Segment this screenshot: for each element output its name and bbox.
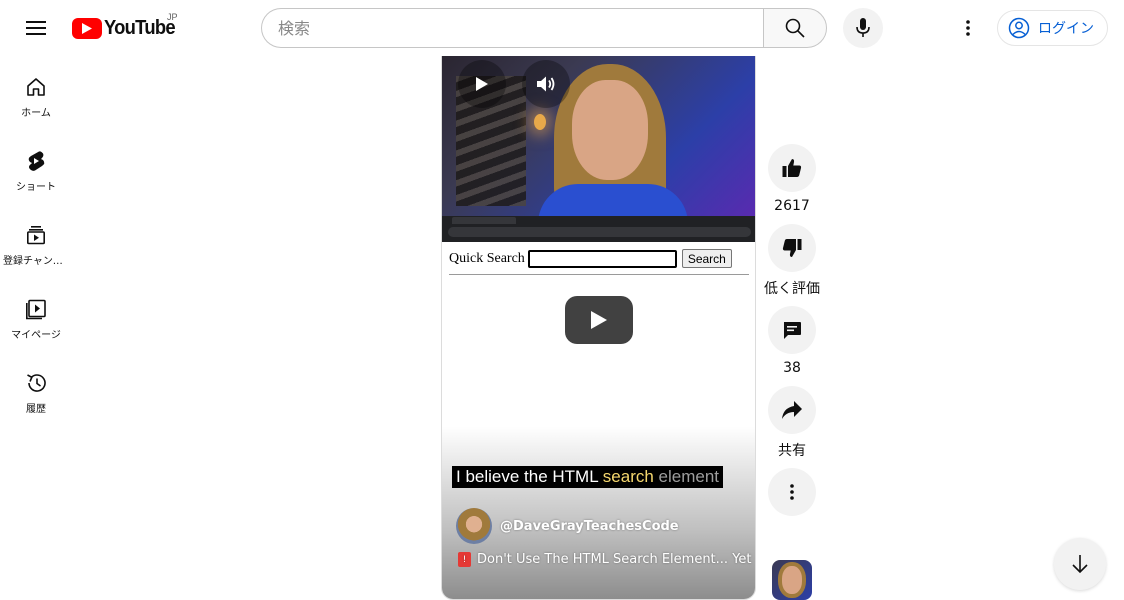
account-icon <box>1008 17 1030 39</box>
channel-avatar[interactable] <box>456 508 492 544</box>
region-code: JP <box>167 12 178 22</box>
sidebar-item-label: 履歴 <box>26 404 46 415</box>
sidebar-item-history[interactable]: 履歴 <box>0 352 72 426</box>
sidebar-item-label: 登録チャンネル <box>3 256 69 267</box>
video-frame[interactable] <box>442 56 755 218</box>
youtube-logo[interactable]: YouTube <box>72 14 181 42</box>
masthead: YouTube JP ログイン <box>0 0 1124 56</box>
thumbs-up-icon <box>782 159 802 177</box>
mini-guide: ホーム ショート 登録チャンネル マイページ 履歴 <box>0 56 72 426</box>
dislike-label: 低く評価 <box>764 281 820 297</box>
library-icon <box>26 299 46 320</box>
sidebar-item-library[interactable]: マイページ <box>0 278 72 352</box>
play-logo-icon <box>72 17 102 39</box>
vertical-dots-icon <box>790 484 794 500</box>
sidebar-item-label: ホーム <box>21 108 51 119</box>
login-button[interactable]: ログイン <box>997 10 1108 46</box>
video-title-text[interactable]: Don't Use The HTML Search Element... Yet <box>477 552 752 567</box>
volume-icon <box>537 76 555 92</box>
background-lamp <box>534 114 546 130</box>
sidebar-item-label: ショート <box>16 182 56 193</box>
caption-text: I believe the HTML <box>456 467 603 486</box>
more-action <box>767 468 817 516</box>
sidebar-item-shorts[interactable]: ショート <box>0 130 72 204</box>
share-icon <box>782 401 802 419</box>
menu-button[interactable] <box>16 8 56 48</box>
voice-search-button[interactable] <box>843 8 883 48</box>
channel-info[interactable]: @DaveGrayTeachesCode <box>456 508 679 544</box>
comment-count: 38 <box>783 360 801 376</box>
dislike-action: 低く評価 <box>764 224 820 298</box>
caption-upcoming: element <box>653 467 720 486</box>
quick-search-form: Quick Search Search <box>449 249 732 268</box>
play-icon <box>476 77 488 91</box>
comment-action: 38 <box>767 306 817 380</box>
next-video-button[interactable] <box>1054 538 1106 590</box>
settings-more-button[interactable] <box>948 8 988 48</box>
search-box[interactable] <box>261 8 764 48</box>
vertical-dots-icon <box>966 20 970 36</box>
embedded-browser-chrome <box>442 216 755 242</box>
microphone-icon <box>856 18 870 37</box>
logo-text: YouTube <box>104 16 176 39</box>
sidebar-item-home[interactable]: ホーム <box>0 56 72 130</box>
embed-play-button[interactable] <box>565 296 633 344</box>
quick-search-label: Quick Search <box>449 250 525 266</box>
presenter-face <box>572 80 648 180</box>
subscriptions-icon <box>26 226 45 245</box>
play-button[interactable] <box>458 60 506 108</box>
quick-search-button: Search <box>681 249 732 268</box>
play-icon <box>591 311 607 329</box>
like-button[interactable] <box>768 144 816 192</box>
siren-emoji-icon: ! <box>458 552 471 567</box>
quick-search-input <box>527 249 677 268</box>
more-options-button[interactable] <box>768 468 816 516</box>
history-icon <box>27 374 46 392</box>
like-count: 2617 <box>774 198 810 214</box>
search-input[interactable] <box>278 18 764 38</box>
horizontal-rule <box>449 274 749 275</box>
like-action: 2617 <box>767 144 817 218</box>
comments-button[interactable] <box>768 306 816 354</box>
share-action: 共有 <box>767 386 817 460</box>
search-button[interactable] <box>763 8 827 48</box>
login-label: ログイン <box>1038 21 1094 37</box>
dislike-button[interactable] <box>768 224 816 272</box>
sidebar-item-label: マイページ <box>11 330 61 341</box>
share-button[interactable] <box>768 386 816 434</box>
thumbs-down-icon <box>782 239 802 257</box>
video-title[interactable]: ! Don't Use The HTML Search Element... Y… <box>458 552 752 567</box>
caption-highlight: search <box>602 467 654 486</box>
volume-button[interactable] <box>522 60 570 108</box>
arrow-down-icon <box>1072 555 1088 574</box>
shorts-player[interactable]: Quick Search Search I believe the HTML s… <box>441 56 756 600</box>
comment-icon <box>784 322 801 339</box>
channel-name[interactable]: @DaveGrayTeachesCode <box>500 519 679 534</box>
video-caption: I believe the HTML search element <box>452 466 724 488</box>
home-icon <box>27 78 45 96</box>
sound-thumbnail[interactable] <box>772 560 812 600</box>
hamburger-icon <box>26 21 46 35</box>
sidebar-item-subscriptions[interactable]: 登録チャンネル <box>0 204 72 278</box>
presenter-shirt <box>538 184 688 218</box>
shorts-icon <box>28 151 45 171</box>
action-bar: 2617 低く評価 38 共有 <box>764 144 820 516</box>
search-icon <box>785 18 805 38</box>
share-label: 共有 <box>778 443 806 459</box>
